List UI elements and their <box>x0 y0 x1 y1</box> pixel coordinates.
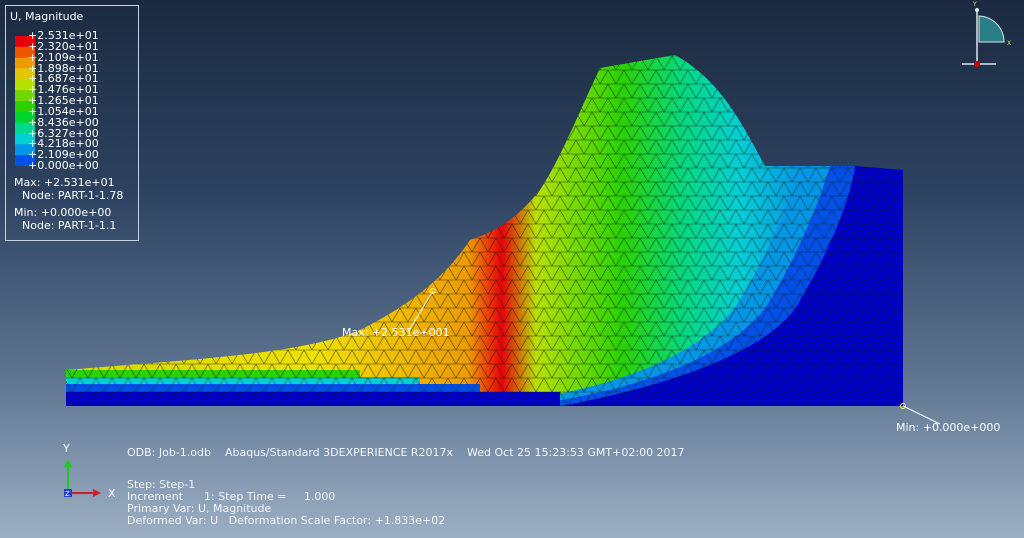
view-cube-x-label: X <box>1007 40 1011 47</box>
legend-max-node: Node: PART-1-1.78 <box>22 189 124 202</box>
legend-min-node: Node: PART-1-1.1 <box>22 219 117 232</box>
legend-max-value: Max: +2.531e+01 <box>14 176 115 189</box>
step-info: Step: Step-1 <box>127 478 196 491</box>
deformed-var-info: Deformed Var: U Deformation Scale Factor… <box>127 514 446 527</box>
triad-z-label: Z <box>65 490 70 498</box>
triad-y-label: Y <box>62 442 70 455</box>
legend-value: +8.436e+00 <box>28 115 99 129</box>
legend-min-value: Min: +0.000e+00 <box>14 206 112 219</box>
primary-var-info: Primary Var: U, Magnitude <box>127 502 272 515</box>
max-annotation: Max: +2.531e+001 <box>342 326 450 339</box>
legend-value: +2.109e+01 <box>28 50 99 64</box>
axis-triad: Y X Z <box>62 442 116 500</box>
triad-x-label: X <box>108 487 116 500</box>
view-cube-y-label: Y <box>972 1 977 8</box>
deformed-mesh[interactable] <box>60 50 910 410</box>
min-annotation: Min: +0.000e+000 <box>896 421 1000 434</box>
view-cube-icon[interactable]: Y X <box>962 1 1011 67</box>
legend-value: +0.000e+00 <box>28 159 99 172</box>
legend-title: U, Magnitude <box>10 10 84 23</box>
odb-info: ODB: Job-1.odb Abaqus/Standard 3DEXPERIE… <box>127 446 685 459</box>
increment-info: Increment 1: Step Time = 1.000 <box>127 490 336 503</box>
